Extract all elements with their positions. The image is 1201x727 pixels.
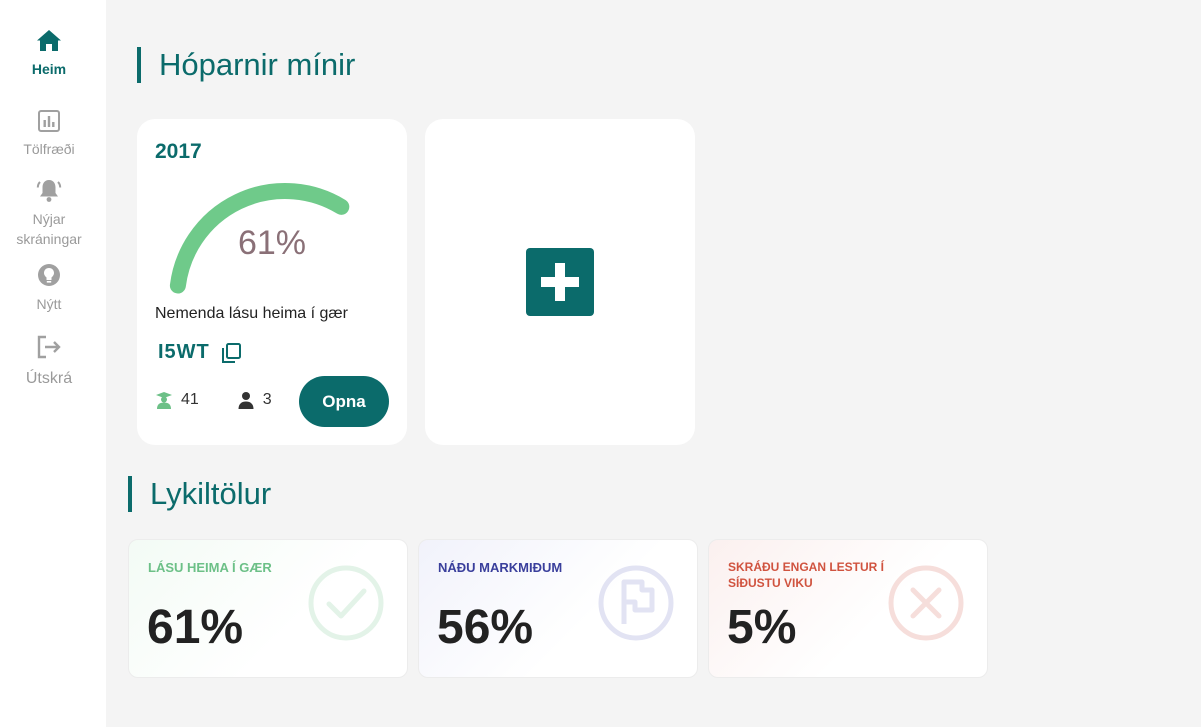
students-stat: 41 xyxy=(155,391,199,409)
x-circle-icon xyxy=(887,564,965,642)
students-icon xyxy=(156,392,172,409)
group-card: 2017 61% Nemenda lásu heima í gær I5WT 4… xyxy=(137,119,407,445)
nav-whats-new-label: Nýtt xyxy=(36,296,62,312)
group-code-row: I5WT xyxy=(158,341,242,364)
kpi-read-yesterday: LÁSU HEIMA Í GÆR 61% xyxy=(128,539,408,678)
nav-whats-new[interactable]: Nýtt xyxy=(0,262,98,314)
teachers-count: 3 xyxy=(262,391,272,408)
home-icon xyxy=(35,27,63,55)
check-circle-icon xyxy=(307,564,385,642)
kpi-label: LÁSU HEIMA Í GÆR xyxy=(148,560,272,575)
my-groups-title: Hóparnir mínir xyxy=(137,47,355,83)
lightbulb-icon xyxy=(35,262,63,290)
group-stats: 41 3 xyxy=(155,391,272,409)
kpi-label: NÁÐU MARKMIÐUM xyxy=(438,560,563,575)
gauge-percent: 61% xyxy=(237,224,307,262)
nav-new-registrations[interactable]: Nýjar skráningar xyxy=(0,177,98,249)
group-name: 2017 xyxy=(155,140,202,163)
students-count: 41 xyxy=(181,391,199,408)
group-code: I5WT xyxy=(158,341,210,363)
nav-logout-label: Útskrá xyxy=(25,370,73,387)
kpi-no-reading: SKRÁÐU ENGAN LESTUR Í SÍÐUSTU VIKU 5% xyxy=(708,539,988,678)
main-content: Hóparnir mínir 2017 61% Nemenda lásu hei… xyxy=(106,0,1201,727)
flag-circle-icon xyxy=(597,564,675,642)
gauge-caption: Nemenda lásu heima í gær xyxy=(155,305,348,322)
copy-icon[interactable] xyxy=(220,342,242,364)
logout-icon xyxy=(35,333,63,361)
nav-logout[interactable]: Útskrá xyxy=(0,333,98,389)
plus-icon[interactable] xyxy=(526,248,594,316)
teachers-stat: 3 xyxy=(237,391,272,409)
chart-icon xyxy=(35,107,63,135)
nav-statistics-label: Tölfræði xyxy=(23,141,75,157)
kpi-value: 61% xyxy=(147,601,244,654)
bell-icon xyxy=(35,177,63,205)
kpi-value: 5% xyxy=(727,601,797,654)
key-figures-title: Lykiltölur xyxy=(128,476,271,512)
open-group-button[interactable]: Opna xyxy=(299,376,389,427)
nav-new-registrations-label: Nýjar skráningar xyxy=(16,211,82,247)
kpi-reached-goals: NÁÐU MARKMIÐUM 56% xyxy=(418,539,698,678)
sidebar: Heim Tölfræði Nýjar skráningar Nýtt Útsk… xyxy=(0,0,106,727)
nav-home[interactable]: Heim xyxy=(0,27,98,79)
kpi-label: SKRÁÐU ENGAN LESTUR Í SÍÐUSTU VIKU xyxy=(728,560,885,590)
kpi-value: 56% xyxy=(437,601,534,654)
nav-home-label: Heim xyxy=(31,61,67,77)
add-group-card[interactable] xyxy=(425,119,695,445)
nav-statistics[interactable]: Tölfræði xyxy=(0,107,98,159)
person-icon xyxy=(238,392,254,409)
